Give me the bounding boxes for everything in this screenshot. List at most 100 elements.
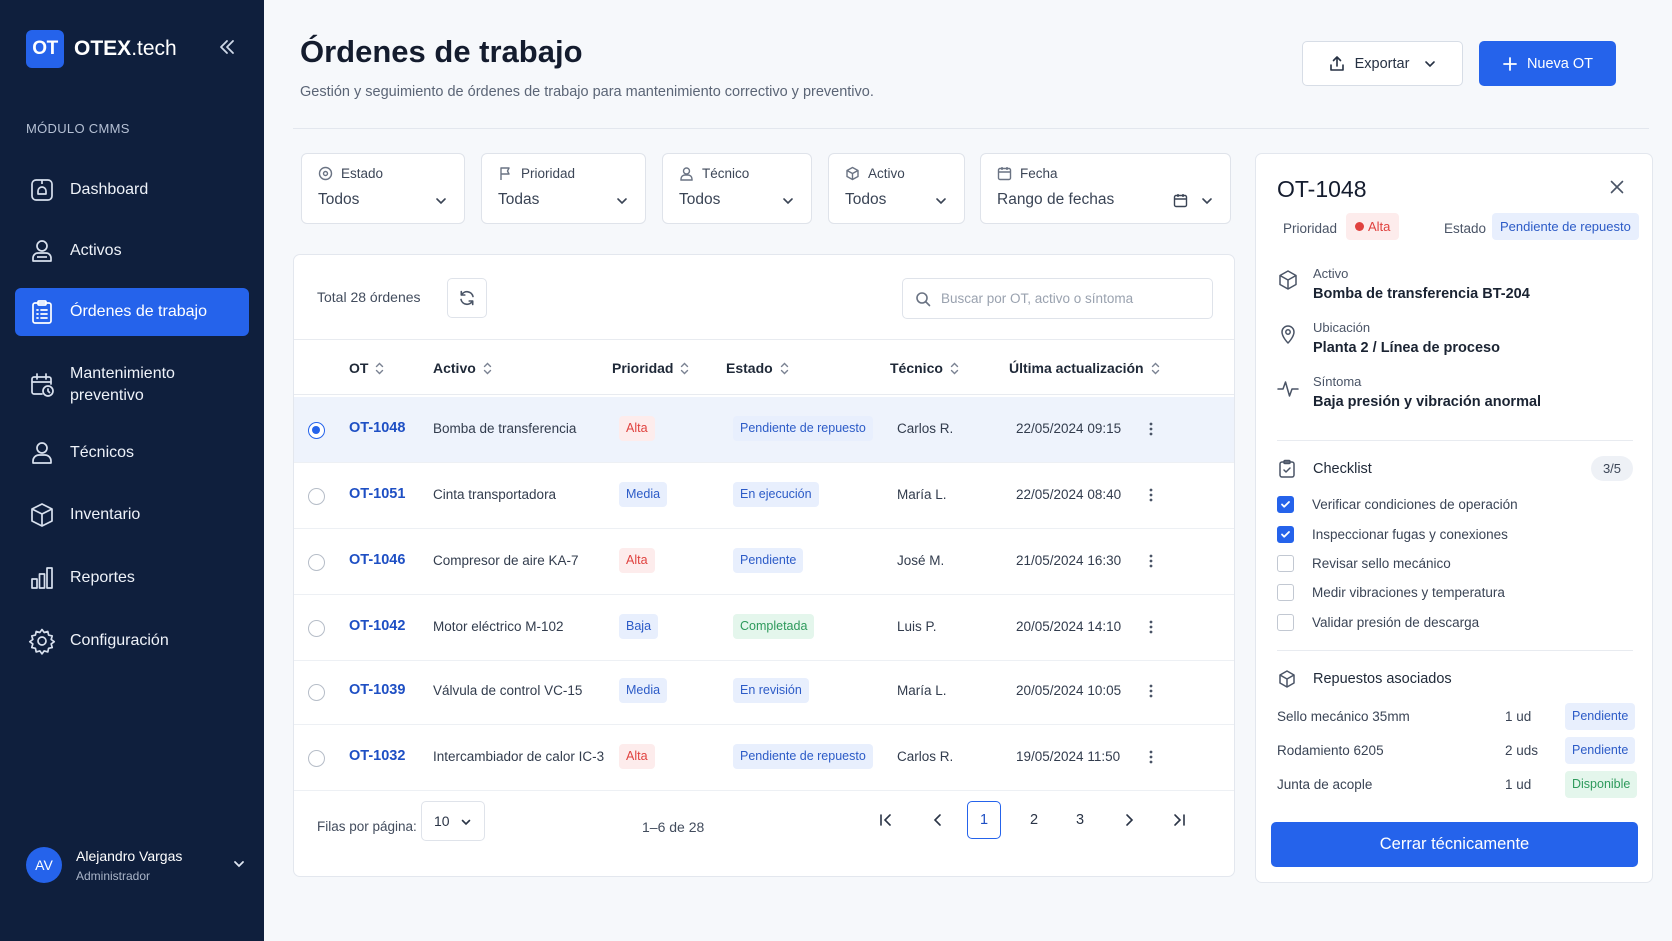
row-ot[interactable]: OT-1046 bbox=[349, 552, 405, 568]
new-ot-button[interactable]: Nueva OT bbox=[1479, 41, 1616, 86]
sort-icon bbox=[476, 362, 492, 375]
column-activo[interactable]: Activo bbox=[433, 360, 492, 376]
filter-activo[interactable]: Activo Todos bbox=[828, 153, 965, 224]
row-select-radio[interactable] bbox=[308, 554, 325, 571]
more-vertical-icon[interactable] bbox=[1143, 486, 1159, 504]
row-select-radio[interactable] bbox=[308, 422, 325, 439]
table-row[interactable]: OT-1042 Motor eléctrico M-102 Baja Compl… bbox=[294, 595, 1234, 661]
more-vertical-icon[interactable] bbox=[1143, 552, 1159, 570]
row-select-radio[interactable] bbox=[308, 620, 325, 637]
page-3-button[interactable]: 3 bbox=[1062, 801, 1098, 839]
last-page-button[interactable] bbox=[1161, 801, 1197, 839]
more-vertical-icon[interactable] bbox=[1143, 618, 1159, 636]
export-button[interactable]: Exportar bbox=[1302, 41, 1463, 86]
sidebar-item-mantenimiento[interactable]: Mantenimiento preventivo bbox=[15, 357, 249, 413]
sidebar-item-tecnicos[interactable]: Técnicos bbox=[15, 429, 249, 477]
checklist-item[interactable]: Medir vibraciones y temperatura bbox=[1277, 584, 1505, 601]
row-fecha: 20/05/2024 14:10 bbox=[1016, 619, 1122, 634]
sidebar-item-ordenes[interactable]: Órdenes de trabajo bbox=[15, 288, 249, 336]
table-row[interactable]: OT-1039 Válvula de control VC-15 Media E… bbox=[294, 659, 1234, 725]
column-ot[interactable]: OT bbox=[349, 360, 384, 376]
checkbox[interactable] bbox=[1277, 614, 1294, 631]
row-select-radio[interactable] bbox=[308, 684, 325, 701]
checkbox[interactable] bbox=[1277, 584, 1294, 601]
checklist-label: Checklist bbox=[1313, 461, 1372, 477]
table-row[interactable]: OT-1032 Intercambiador de calor IC-3 Alt… bbox=[294, 725, 1234, 791]
row-tecnico: Luis P. bbox=[897, 619, 937, 634]
column-prioridad[interactable]: Prioridad bbox=[612, 360, 689, 376]
checklist-header: Checklist bbox=[1277, 459, 1372, 479]
chevron-down-icon bbox=[615, 194, 629, 208]
column-ultima-actualizacion[interactable]: Última actualización bbox=[1009, 360, 1160, 376]
row-select-radio[interactable] bbox=[308, 750, 325, 767]
row-activo: Motor eléctrico M-102 bbox=[433, 619, 564, 634]
checklist-item[interactable]: Validar presión de descarga bbox=[1277, 614, 1479, 631]
row-ot[interactable]: OT-1048 bbox=[349, 420, 405, 436]
clipboard-icon bbox=[28, 298, 56, 326]
collapse-sidebar-icon[interactable] bbox=[218, 38, 236, 56]
priority-badge: Alta bbox=[619, 416, 655, 441]
sidebar-item-activos[interactable]: Activos bbox=[15, 227, 249, 275]
sidebar-item-reportes[interactable]: Reportes bbox=[15, 554, 249, 602]
checkbox[interactable] bbox=[1277, 496, 1294, 513]
sidebar-item-label: Reportes bbox=[70, 569, 135, 586]
filter-fecha[interactable]: Fecha Rango de fechas bbox=[980, 153, 1231, 224]
sidebar-item-configuracion[interactable]: Configuración bbox=[15, 617, 249, 665]
user-menu[interactable]: AV Alejandro Vargas Administrador bbox=[26, 847, 246, 883]
row-activo: Válvula de control VC-15 bbox=[433, 683, 583, 698]
more-vertical-icon[interactable] bbox=[1143, 748, 1159, 766]
checklist-item[interactable]: Revisar sello mecánico bbox=[1277, 555, 1451, 572]
brand-main: OTEX bbox=[74, 37, 132, 60]
brand[interactable]: OT OTEX.tech bbox=[26, 30, 177, 68]
table-row[interactable]: OT-1046 Compresor de aire KA-7 Alta Pend… bbox=[294, 529, 1234, 595]
first-page-icon bbox=[878, 812, 894, 828]
page-1-button[interactable]: 1 bbox=[967, 801, 1001, 839]
sidebar-item-dashboard[interactable]: Dashboard bbox=[15, 166, 249, 214]
more-vertical-icon[interactable] bbox=[1143, 682, 1159, 700]
row-ot[interactable]: OT-1051 bbox=[349, 486, 405, 502]
filter-prioridad[interactable]: Prioridad Todas bbox=[481, 153, 646, 224]
filter-estado[interactable]: Estado Todos bbox=[301, 153, 465, 224]
next-page-button[interactable] bbox=[1111, 801, 1147, 839]
asset-value: Bomba de transferencia BT-204 bbox=[1313, 286, 1530, 302]
checklist-item-label: Validar presión de descarga bbox=[1312, 615, 1480, 630]
part-qty: 2 uds bbox=[1505, 743, 1539, 758]
avatar: AV bbox=[26, 847, 62, 883]
sidebar-item-label: Activos bbox=[70, 242, 122, 259]
first-page-button[interactable] bbox=[868, 801, 904, 839]
column-label: Activo bbox=[433, 360, 476, 376]
row-select-radio[interactable] bbox=[308, 488, 325, 505]
sidebar-item-inventario[interactable]: Inventario bbox=[15, 491, 249, 539]
table-row[interactable]: OT-1048 Bomba de transferencia Alta Pend… bbox=[294, 397, 1234, 463]
row-ot[interactable]: OT-1032 bbox=[349, 748, 405, 764]
row-tecnico: José M. bbox=[897, 553, 945, 568]
column-tecnico[interactable]: Técnico bbox=[890, 360, 959, 376]
assets-icon bbox=[28, 237, 56, 265]
search-input[interactable] bbox=[941, 291, 1191, 306]
table-row[interactable]: OT-1051 Cinta transportadora Media En ej… bbox=[294, 463, 1234, 529]
total-count: Total 28 órdenes bbox=[317, 289, 421, 305]
table-header: OT Activo Prioridad Estado Técnico Últim… bbox=[294, 339, 1234, 395]
chevron-down-icon bbox=[1200, 194, 1214, 208]
more-vertical-icon[interactable] bbox=[1143, 420, 1159, 438]
chevron-left-icon bbox=[930, 812, 946, 828]
rows-per-page-select[interactable]: 10 bbox=[421, 801, 485, 841]
last-page-icon bbox=[1171, 812, 1187, 828]
row-ot[interactable]: OT-1042 bbox=[349, 618, 405, 634]
filter-tecnico[interactable]: Técnico Todos bbox=[662, 153, 812, 224]
checklist-item[interactable]: Verificar condiciones de operación bbox=[1277, 496, 1518, 513]
user-role: Administrador bbox=[76, 868, 151, 883]
prev-page-button[interactable] bbox=[920, 801, 956, 839]
checklist-item[interactable]: Inspeccionar fugas y conexiones bbox=[1277, 526, 1508, 543]
checkbox[interactable] bbox=[1277, 526, 1294, 543]
page-2-button[interactable]: 2 bbox=[1016, 801, 1052, 839]
status-badge: En revisión bbox=[733, 678, 809, 703]
close-icon[interactable] bbox=[1609, 179, 1625, 195]
refresh-button[interactable] bbox=[447, 278, 487, 318]
sidebar-item-label: Técnicos bbox=[70, 444, 135, 461]
checkbox[interactable] bbox=[1277, 555, 1294, 572]
close-technically-button[interactable]: Cerrar técnicamente bbox=[1271, 822, 1638, 867]
row-tecnico: Carlos R. bbox=[897, 421, 954, 436]
column-estado[interactable]: Estado bbox=[726, 360, 789, 376]
row-ot[interactable]: OT-1039 bbox=[349, 682, 405, 698]
